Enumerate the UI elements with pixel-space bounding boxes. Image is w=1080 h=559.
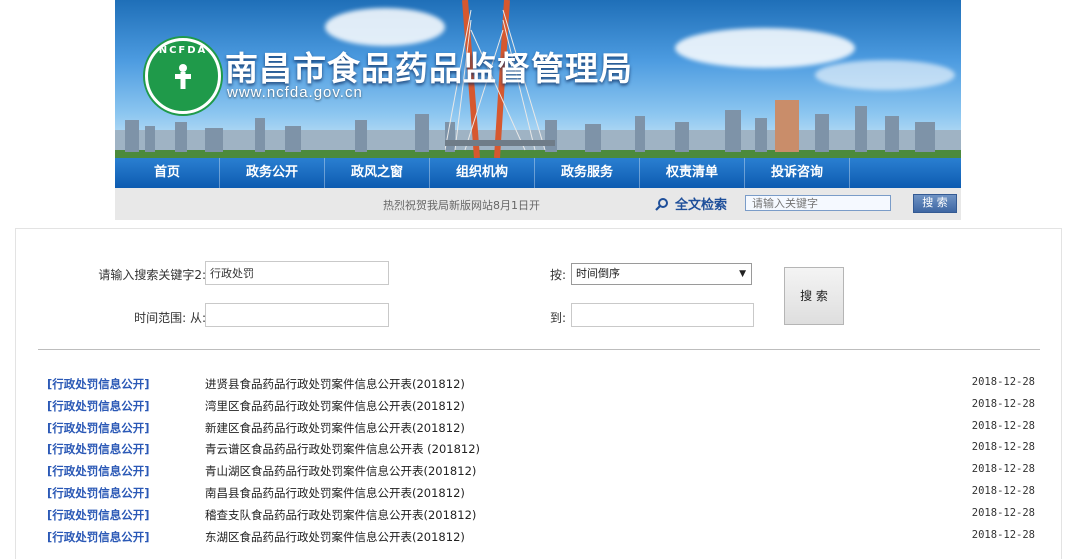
- chevron-down-icon: ▼: [739, 269, 746, 279]
- nav-home[interactable]: 首页: [115, 158, 220, 188]
- result-category-link[interactable]: [行政处罚信息公开]: [47, 398, 150, 414]
- result-date: 2018-12-28: [971, 463, 1035, 476]
- nav-responsibility-list[interactable]: 权责清单: [640, 158, 745, 188]
- result-category-link[interactable]: [行政处罚信息公开]: [47, 529, 150, 545]
- result-title-link[interactable]: 东湖区食品药品行政处罚案件信息公开表(201812): [205, 529, 465, 545]
- result-title-link[interactable]: 新建区食品药品行政处罚案件信息公开表(201812): [205, 420, 465, 436]
- header-search-button[interactable]: 搜 索: [913, 194, 957, 213]
- keyword-label: 请输入搜索关键字2:: [98, 268, 206, 282]
- nav-complaints[interactable]: 投诉咨询: [745, 158, 850, 188]
- fulltext-search-label: 全文检索: [655, 194, 727, 213]
- result-title-link[interactable]: 青山湖区食品药品行政处罚案件信息公开表(201812): [205, 463, 476, 479]
- nav-government-affairs[interactable]: 政务公开: [220, 158, 325, 188]
- order-select-value: 时间倒序: [576, 267, 620, 280]
- result-date: 2018-12-28: [971, 528, 1035, 541]
- result-date: 2018-12-28: [971, 484, 1035, 497]
- list-item: [行政处罚信息公开] 青山湖区食品药品行政处罚案件信息公开表(201812) 2…: [16, 460, 1061, 482]
- list-item: [行政处罚信息公开] 湾里区食品药品行政处罚案件信息公开表(201812) 20…: [16, 395, 1061, 417]
- result-category-link[interactable]: [行政处罚信息公开]: [47, 485, 150, 501]
- welcome-marquee[interactable]: 热烈祝贺我局新版网站8月1日开: [383, 197, 540, 213]
- list-item: [行政处罚信息公开] 南昌县食品药品行政处罚案件信息公开表(201812) 20…: [16, 482, 1061, 504]
- divider: [38, 349, 1040, 350]
- cloud-decoration: [325, 8, 445, 46]
- site-header: NCFDA 南昌市食品药品监督管理局 www.ncfda.gov.cn 首页 政…: [115, 0, 961, 220]
- result-title-link[interactable]: 湾里区食品药品行政处罚案件信息公开表(201812): [205, 398, 465, 414]
- order-select[interactable]: 时间倒序 ▼: [571, 263, 752, 285]
- result-title-link[interactable]: 南昌县食品药品行政处罚案件信息公开表(201812): [205, 485, 465, 501]
- cloud-decoration: [815, 60, 955, 90]
- search-icon: [655, 197, 668, 211]
- header-banner: NCFDA 南昌市食品药品监督管理局 www.ncfda.gov.cn: [115, 0, 961, 158]
- result-date: 2018-12-28: [971, 397, 1035, 410]
- fulltext-search-text: 全文检索: [675, 198, 728, 213]
- list-item: [行政处罚信息公开] 青云谱区食品药品行政处罚案件信息公开表 (201812) …: [16, 438, 1061, 460]
- result-title-link[interactable]: 稽查支队食品药品行政处罚案件信息公开表(201812): [205, 507, 476, 523]
- result-category-link[interactable]: [行政处罚信息公开]: [47, 376, 150, 392]
- ncfda-logo: NCFDA: [145, 38, 221, 114]
- nav-services[interactable]: 政务服务: [535, 158, 640, 188]
- nav-integrity-window[interactable]: 政风之窗: [325, 158, 430, 188]
- results-list: [行政处罚信息公开] 进贤县食品药品行政处罚案件信息公开表(201812) 20…: [16, 373, 1061, 547]
- list-item: [行政处罚信息公开] 新建区食品药品行政处罚案件信息公开表(201812) 20…: [16, 417, 1061, 439]
- result-category-link[interactable]: [行政处罚信息公开]: [47, 441, 150, 457]
- time-from-input[interactable]: [205, 303, 389, 327]
- result-date: 2018-12-28: [971, 376, 1035, 388]
- nav-organization[interactable]: 组织机构: [430, 158, 535, 188]
- cloud-decoration: [675, 28, 855, 68]
- search-button[interactable]: 搜 索: [784, 267, 844, 325]
- result-date: 2018-12-28: [971, 506, 1035, 519]
- list-item: [行政处罚信息公开] 东湖区食品药品行政处罚案件信息公开表(201812) 20…: [16, 526, 1061, 548]
- time-to-label: 到:: [549, 311, 566, 325]
- time-from-label: 时间范围: 从:: [134, 311, 206, 325]
- keyword-input[interactable]: [205, 261, 389, 285]
- result-category-link[interactable]: [行政处罚信息公开]: [47, 463, 150, 479]
- result-category-link[interactable]: [行政处罚信息公开]: [47, 420, 150, 436]
- time-to-input[interactable]: [571, 303, 754, 327]
- logo-letters: NCFDA: [158, 45, 208, 56]
- sub-toolbar: 热烈祝贺我局新版网站8月1日开 全文检索 搜 索: [115, 188, 961, 220]
- result-date: 2018-12-28: [971, 419, 1035, 432]
- site-title: 南昌市食品药品监督管理局: [225, 49, 633, 88]
- order-label: 按:: [549, 268, 566, 282]
- logo-emblem-icon: [175, 64, 191, 89]
- result-title-link[interactable]: 进贤县食品药品行政处罚案件信息公开表(201812): [205, 376, 465, 392]
- main-navigation: 首页 政务公开 政风之窗 组织机构 政务服务 权责清单 投诉咨询: [115, 158, 961, 188]
- site-url: www.ncfda.gov.cn: [227, 84, 363, 101]
- result-category-link[interactable]: [行政处罚信息公开]: [47, 507, 150, 523]
- result-date: 2018-12-28: [971, 441, 1035, 454]
- list-item: [行政处罚信息公开] 进贤县食品药品行政处罚案件信息公开表(201812) 20…: [16, 373, 1061, 395]
- header-search-input[interactable]: [745, 195, 891, 211]
- search-panel: 请输入搜索关键字2: 按: 时间倒序 ▼ 时间范围: 从: 到: 搜 索 [行政…: [15, 228, 1062, 559]
- list-item: [行政处罚信息公开] 稽查支队食品药品行政处罚案件信息公开表(201812) 2…: [16, 504, 1061, 526]
- result-title-link[interactable]: 青云谱区食品药品行政处罚案件信息公开表 (201812): [205, 441, 480, 457]
